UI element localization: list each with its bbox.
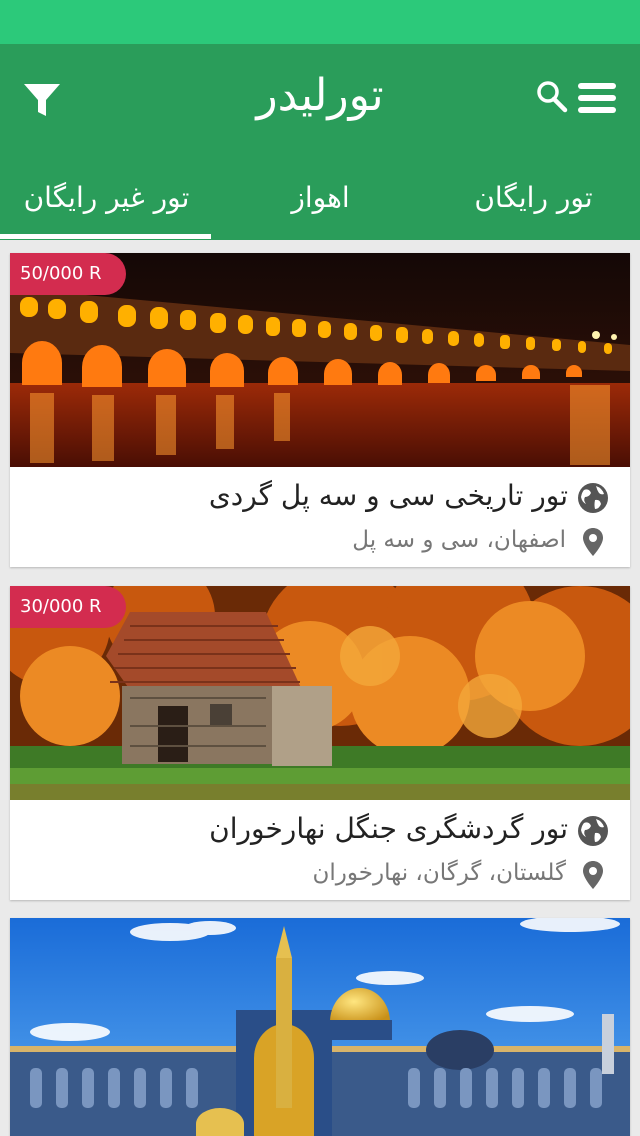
- tour-image-shrine: [10, 918, 630, 1136]
- tour-location: گلستان، گرگان، نهارخوران: [312, 860, 566, 886]
- tour-location: اصفهان، سی و سه پل: [352, 527, 566, 553]
- location-pin-icon: [582, 527, 604, 557]
- globe-icon: [576, 481, 610, 515]
- globe-icon: [576, 814, 610, 848]
- tab-free-tour[interactable]: تور رایگان: [427, 154, 640, 240]
- tab-ahvaz[interactable]: اهواز: [214, 154, 427, 240]
- search-icon[interactable]: [536, 80, 568, 114]
- tour-card[interactable]: [10, 918, 630, 1136]
- tour-card[interactable]: 50/000 R تور تاریخی سی و سه پل گردی اصفه…: [10, 253, 630, 567]
- tour-title: تور تاریخی سی و سه پل گردی: [208, 479, 568, 512]
- price-badge: 50/000 R: [10, 253, 126, 295]
- tab-bar: تور رایگان اهواز تور غیر رایگان: [0, 154, 640, 240]
- tab-paid-tour[interactable]: تور غیر رایگان: [0, 154, 213, 240]
- tour-title: تور گردشگری جنگل نهارخوران: [209, 812, 568, 845]
- location-pin-icon: [582, 860, 604, 890]
- app-bar: تورلیدر: [0, 44, 640, 154]
- price-badge: 30/000 R: [10, 586, 126, 628]
- tab-indicator: [0, 234, 211, 239]
- tour-card[interactable]: 30/000 R تور گردشگری جنگل نهارخوران گلست…: [10, 586, 630, 900]
- status-bar: [0, 0, 640, 44]
- menu-icon[interactable]: [576, 80, 618, 116]
